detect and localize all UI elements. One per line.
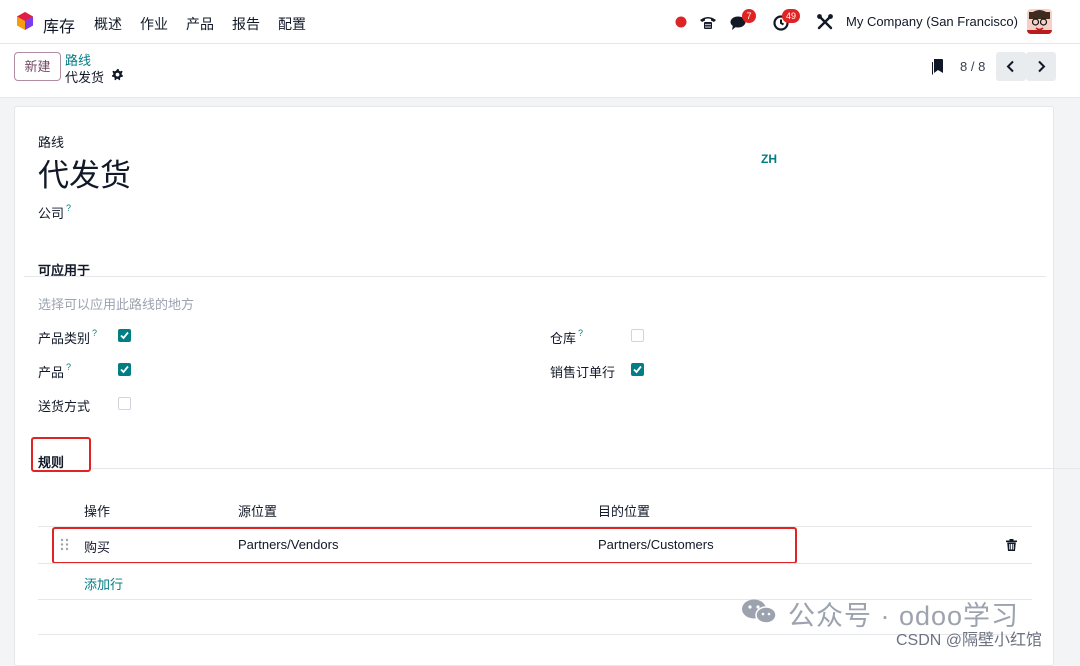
chat-badge: 7 (742, 9, 756, 23)
help-tooltip-icon[interactable]: ? (66, 203, 71, 213)
add-line-link[interactable]: 添加行 (84, 574, 123, 593)
chevron-left-icon (1006, 60, 1014, 73)
checkmark-icon (633, 365, 642, 374)
product-category-label: 产品类别? (38, 328, 98, 346)
menu-operations[interactable]: 作业 (140, 14, 168, 34)
sales-order-line-checkbox[interactable] (631, 363, 644, 376)
route-name-field[interactable]: 代发货 (38, 150, 131, 195)
trash-icon[interactable] (1006, 539, 1017, 551)
route-name-label: 路线 (38, 135, 65, 150)
rules-header-action[interactable]: 操作 (84, 501, 110, 520)
control-panel: 新建 路线 代发货 8 / 8 (0, 44, 1080, 98)
breadcrumb-current: 代发货 (65, 70, 105, 85)
table-row-divider (38, 563, 1032, 564)
menu-products[interactable]: 产品 (186, 14, 214, 34)
menu-reporting[interactable]: 报告 (232, 14, 260, 34)
wechat-logo-icon (742, 599, 777, 624)
highlight-box-rule-row (52, 527, 797, 564)
rules-header-source[interactable]: 源位置 (238, 501, 277, 520)
record-dot-icon[interactable] (671, 12, 691, 32)
inventory-app-icon[interactable] (15, 11, 35, 31)
rules-header-destination[interactable]: 目的位置 (598, 501, 650, 520)
company-label: 公司? (38, 203, 72, 221)
pager-value[interactable]: 8 / 8 (960, 59, 985, 74)
checkmark-icon (120, 365, 129, 374)
section-divider (92, 468, 1080, 469)
checkmark-icon (120, 331, 129, 340)
csdn-watermark: CSDN @隔壁小红馆 (896, 632, 1043, 649)
gear-icon[interactable] (111, 68, 124, 81)
highlight-box-rules-title (31, 437, 91, 472)
section-divider (24, 276, 1046, 277)
warehouse-label: 仓库? (550, 328, 584, 346)
sales-order-line-label: 销售订单行 (550, 365, 616, 380)
language-toggle[interactable]: ZH (761, 152, 777, 166)
shipping-method-checkbox[interactable] (118, 397, 131, 410)
menu-overview[interactable]: 概述 (94, 14, 122, 34)
table-row-divider (38, 634, 1032, 635)
top-navbar: 库存 概述 作业 产品 报告 配置 7 49 My Company (San F… (0, 0, 1080, 44)
company-switcher[interactable]: My Company (San Francisco) (846, 14, 1018, 29)
phone-icon[interactable] (698, 12, 718, 32)
new-button[interactable]: 新建 (14, 52, 61, 81)
applicable-hint: 选择可以应用此路线的地方 (38, 297, 195, 312)
watermark: 公众号 · odoo学习 (740, 594, 1070, 631)
bookmark-icon[interactable] (931, 59, 944, 75)
shipping-method-label: 送货方式 (38, 399, 91, 414)
pager-next-button[interactable] (1026, 52, 1056, 81)
debug-tools-icon[interactable] (815, 12, 835, 32)
product-category-checkbox[interactable] (118, 329, 131, 342)
activity-badge: 49 (782, 9, 801, 23)
chevron-right-icon (1038, 60, 1046, 73)
product-label: 产品? (38, 362, 72, 380)
warehouse-checkbox[interactable] (631, 329, 644, 342)
form-sheet: 路线 代发货 ZH 公司? 可应用于 选择可以应用此路线的地方 产品类别? 产品… (14, 106, 1080, 666)
product-checkbox[interactable] (118, 363, 131, 376)
app-name[interactable]: 库存 (43, 13, 75, 37)
menu-configuration[interactable]: 配置 (278, 14, 306, 34)
user-avatar[interactable] (1027, 9, 1052, 34)
pager-previous-button[interactable] (996, 52, 1026, 81)
